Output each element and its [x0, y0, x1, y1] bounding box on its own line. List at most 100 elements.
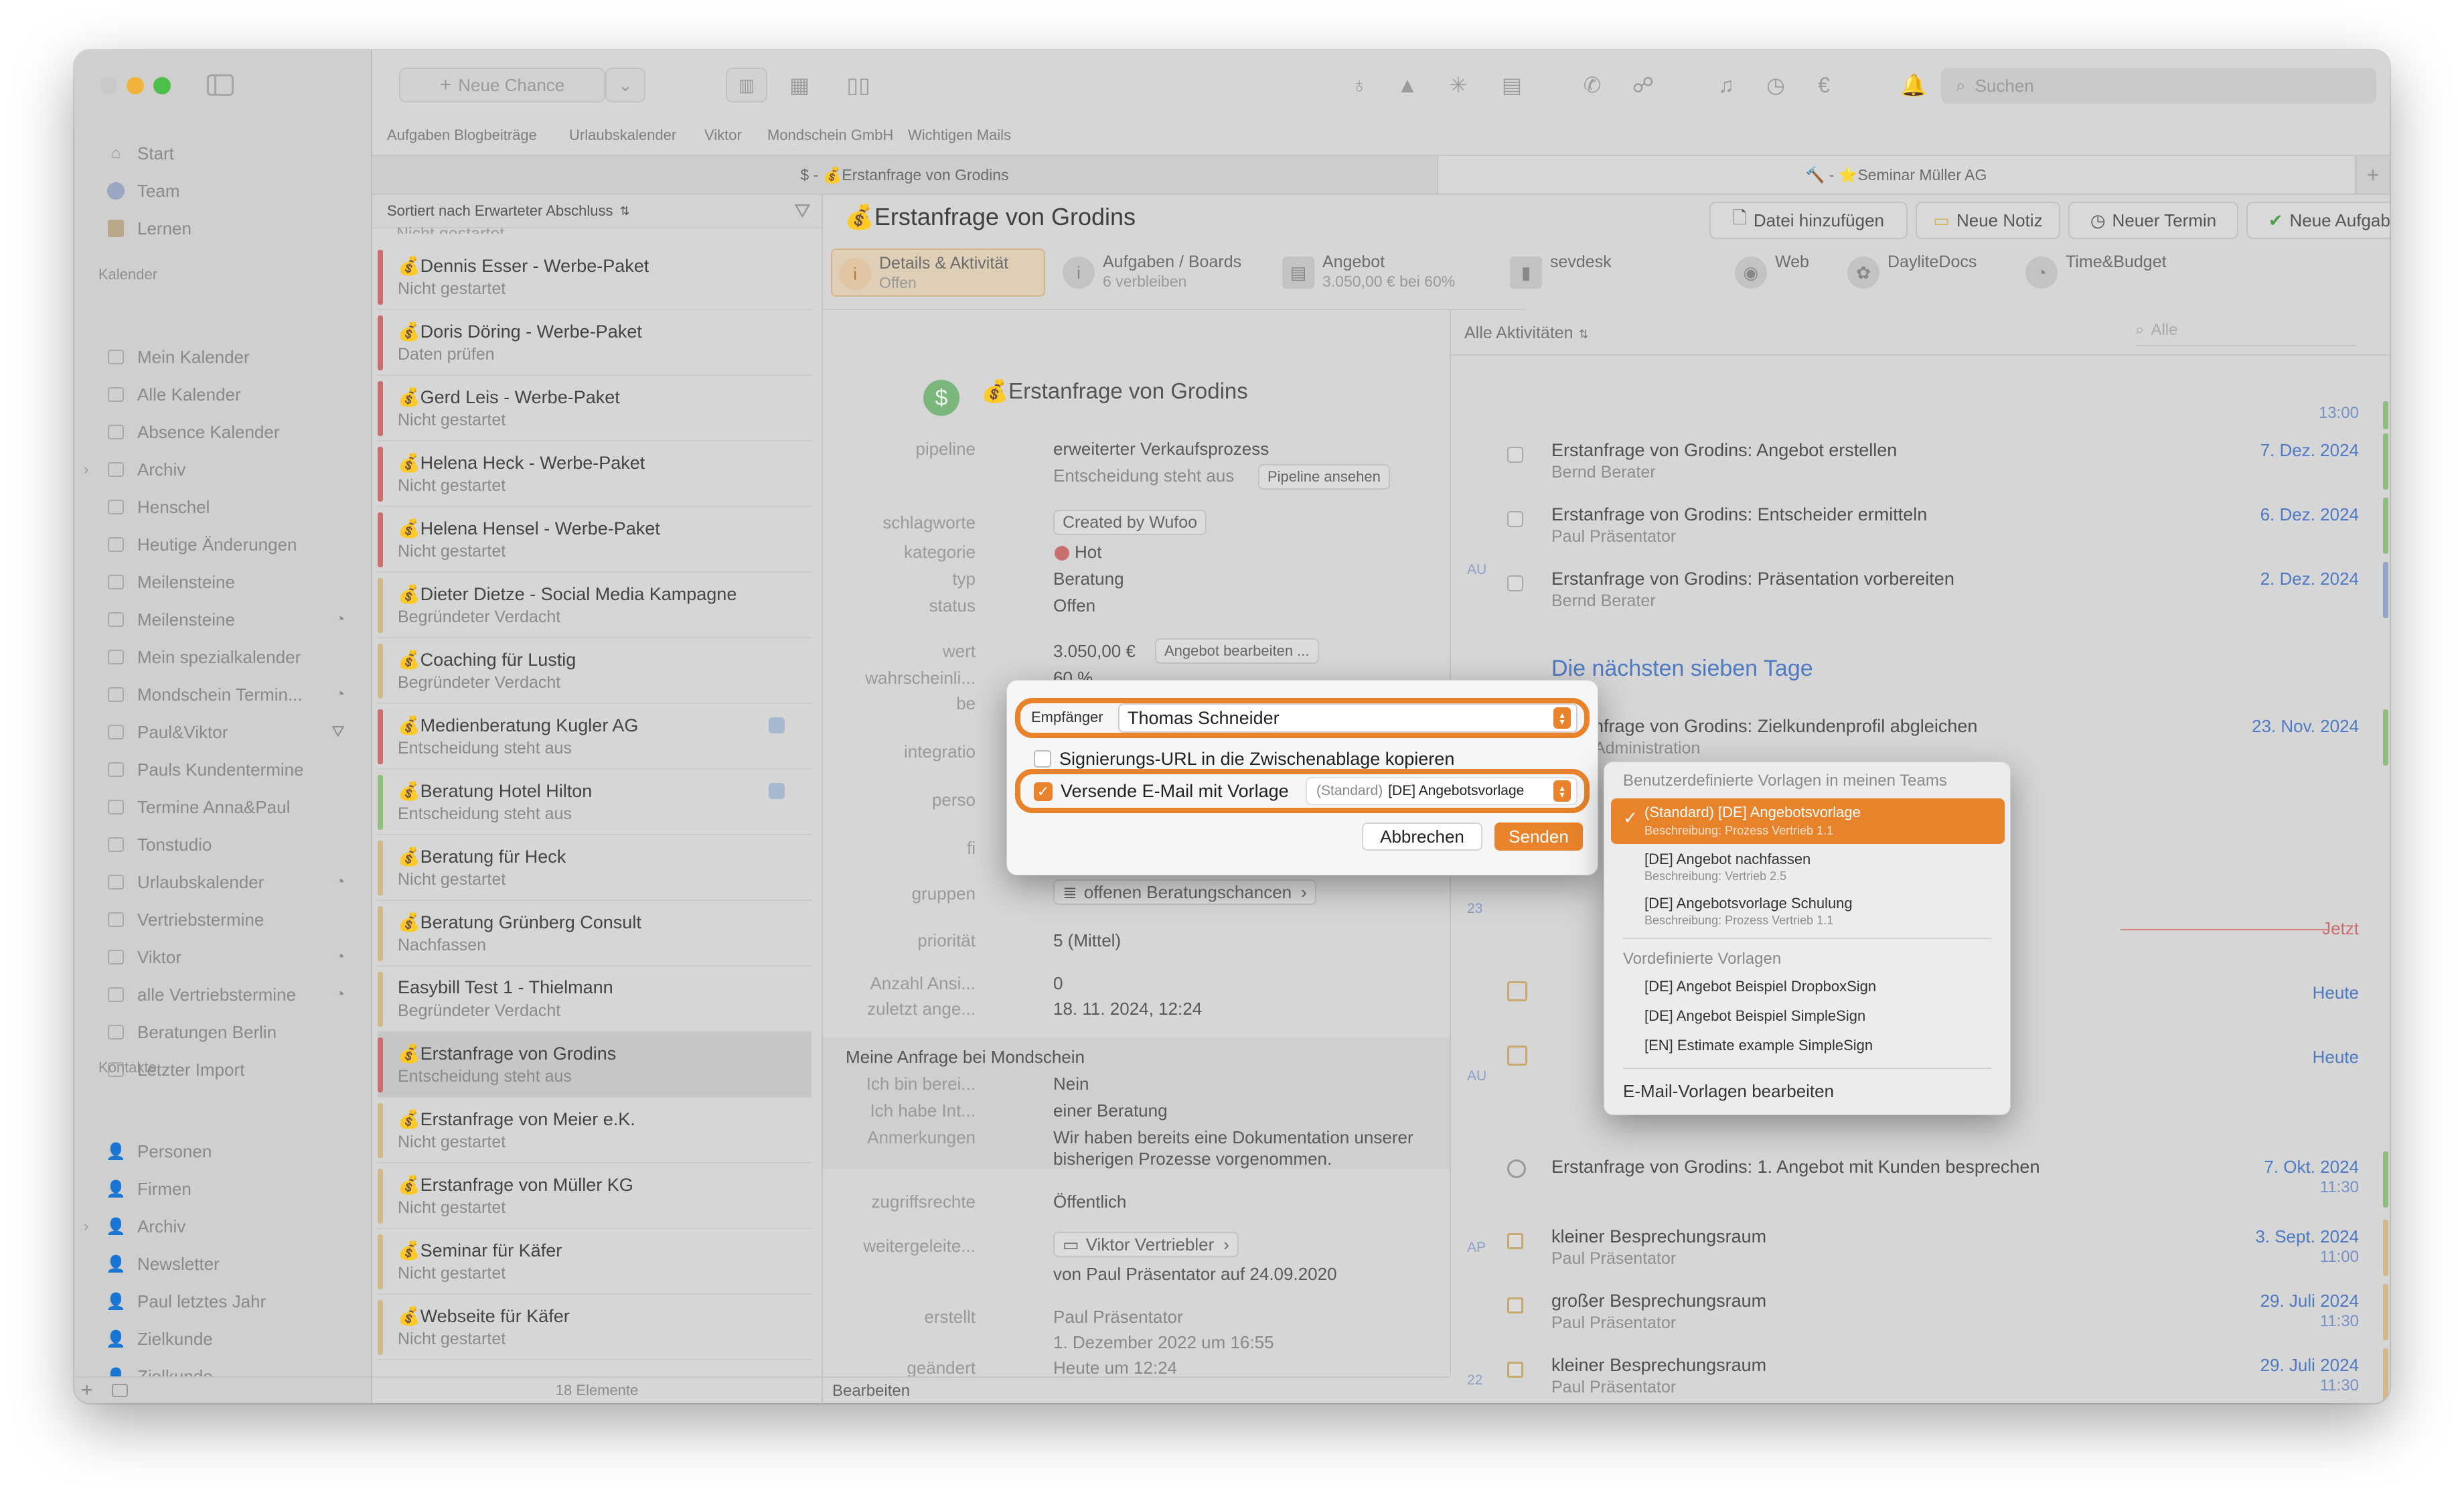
deal-list-item[interactable]: 💰Doris Döring - Werbe-Paket Daten prüfen: [378, 310, 812, 376]
deal-list-item[interactable]: 💰Webseite für Käfer Nicht gestartet: [378, 1295, 812, 1360]
sidebar-item-calendar[interactable]: Henschel: [106, 491, 368, 523]
sidebar-item-contact[interactable]: 👤 Newsletter: [106, 1248, 368, 1280]
menu-item[interactable]: [DE] Angebot nachfassen Beschreibung: Ve…: [1611, 844, 2005, 887]
sidebar-item-calendar[interactable]: › Archiv: [84, 453, 368, 486]
send-button[interactable]: Senden: [1494, 822, 1583, 851]
zoom-window-button[interactable]: [153, 77, 171, 94]
music-icon[interactable]: ♫: [1711, 70, 1741, 100]
favorite-link[interactable]: Urlaubskalender: [569, 127, 676, 144]
deal-list-item[interactable]: 💰Erstanfrage von Müller KG Nicht gestarte…: [378, 1163, 812, 1229]
minimize-window-button[interactable]: [127, 77, 144, 94]
sidebar-item-calendar[interactable]: Paul&Viktor ⛛: [106, 716, 368, 748]
euro-icon[interactable]: €: [1809, 70, 1839, 100]
graduation-cap-icon[interactable]: ▲: [1393, 70, 1422, 100]
menu-item[interactable]: [DE] Angebot Beispiel SimpleSign: [1644, 1007, 1865, 1025]
new-note-button[interactable]: ▭ Neue Notiz: [1916, 202, 2060, 239]
sidebar-item-calendar[interactable]: Meilensteine: [106, 566, 368, 598]
menu-item-selected[interactable]: ✓ (Standard) [DE] Angebotsvorlage Beschr…: [1611, 798, 2005, 844]
sidebar-item-contact[interactable]: 👤 Personen: [106, 1135, 368, 1167]
task-checkbox[interactable]: [1507, 575, 1523, 591]
deal-list-item[interactable]: 💰Seminar für Käfer Nicht gestartet: [378, 1229, 812, 1295]
keyword-tag[interactable]: Created by Wufoo: [1053, 510, 1207, 535]
sidebar-item-calendar[interactable]: Mein Kalender: [106, 341, 368, 373]
disclosure-arrow-icon[interactable]: ›: [84, 461, 88, 478]
new-chance-dropdown[interactable]: ⌄: [605, 68, 645, 102]
sparkle-icon[interactable]: ✳: [1444, 70, 1473, 100]
sidebar-item-contact[interactable]: 👤 Paul letztes Jahr: [106, 1285, 368, 1317]
activity-row[interactable]: Erstanfrage von Grodins: Präsentation vo…: [1451, 558, 2390, 622]
deal-list-item[interactable]: 💰Beratung für Heck Nicht gestartet: [378, 835, 812, 901]
deal-list-item[interactable]: 💰Beratung Hotel Hilton Entscheidung steht…: [378, 770, 812, 835]
sidebar-item-start[interactable]: ⌂ Start: [106, 137, 368, 169]
calendar-small-icon[interactable]: [112, 1384, 128, 1397]
add-file-button[interactable]: 🗋 Datei hinzufügen: [1709, 202, 1908, 239]
clock-icon[interactable]: ◷: [1761, 70, 1790, 100]
subtab-sevdesk[interactable]: ▮ sevdesk: [1503, 248, 1630, 297]
deal-list-item[interactable]: 💰Dennis Esser - Werbe-Paket Nicht gestart…: [378, 244, 812, 310]
sidebar-item-lernen[interactable]: Lernen: [106, 212, 368, 244]
sidebar-item-contact[interactable]: › 👤 Archiv: [84, 1210, 368, 1242]
add-tab-button[interactable]: +: [2356, 156, 2389, 194]
filter-icon[interactable]: ⛛: [794, 200, 811, 223]
close-window-button[interactable]: [100, 77, 117, 94]
activity-row[interactable]: großer Besprechungsraum Paul Präsentator 2…: [1451, 1280, 2390, 1344]
view-columns-button[interactable]: ▥: [726, 68, 767, 102]
template-select[interactable]: (Standard) [DE] Angebotsvorlage ▴ ▾: [1306, 777, 1577, 805]
activity-row[interactable]: Erstanfrage von Grodins: Angebot erstell…: [1451, 429, 2390, 494]
layout-icon[interactable]: ▤: [1497, 70, 1527, 100]
deal-list-item[interactable]: 💰Dieter Dietze - Social Media Kampagne Be…: [378, 573, 812, 638]
subtab-timebudget[interactable]: ◔ Time&Budget: [2019, 248, 2193, 297]
bell-orange-icon[interactable]: 🔔: [1899, 70, 1928, 100]
activity-search[interactable]: ⌕ Alle: [2135, 321, 2356, 346]
sidebar-item-calendar[interactable]: Vertriebstermine: [106, 904, 368, 936]
handshake-icon[interactable]: ☍: [1628, 70, 1658, 100]
sidebar-item-calendar[interactable]: Meilensteine ◔: [106, 603, 368, 636]
favorite-link[interactable]: Wichtigen Mails: [908, 127, 1011, 144]
sidebar-item-contact[interactable]: 👤Zielkunde: [106, 1323, 368, 1355]
favorite-link[interactable]: Aufgaben Blogbeiträge: [387, 127, 537, 144]
deal-list-item[interactable]: 💰Erstanfrage von Meier e.K. Nicht gestart…: [378, 1098, 812, 1163]
deal-list-item[interactable]: Easybill Test 1 - Thielmann Begründeter V…: [378, 967, 812, 1032]
pipeline-view-button[interactable]: Pipeline ansehen: [1258, 464, 1390, 490]
menu-item[interactable]: [DE] Angebotsvorlage Schulung Beschreibu…: [1611, 888, 2005, 931]
table-view-icon[interactable]: ▦: [785, 70, 814, 100]
edit-offer-button[interactable]: Angebot bearbeiten ...: [1155, 638, 1319, 664]
deal-list-item[interactable]: 💰Helena Hensel - Werbe-Paket Nicht gestar…: [378, 507, 812, 573]
sidebar-item-calendar[interactable]: Heutige Änderungen: [106, 528, 368, 561]
search-input[interactable]: ⌕ Suchen: [1941, 68, 2376, 104]
sidebar-item-calendar[interactable]: Alle Kalender: [106, 378, 368, 411]
chart-view-icon[interactable]: ▯▯: [844, 70, 873, 100]
sidebar-item-team[interactable]: Team: [106, 175, 368, 207]
cancel-button[interactable]: Abbrechen: [1362, 822, 1482, 851]
recipient-select[interactable]: Thomas Schneider ▴ ▾: [1118, 703, 1577, 733]
subtab-offer[interactable]: ▤ Angebot 3.050,00 € bei 60%: [1276, 248, 1490, 297]
sidebar-item-calendar[interactable]: Urlaubskalender ◔: [106, 866, 368, 898]
deal-list-item[interactable]: 💰Gerd Leis - Werbe-Paket Nicht gestartet: [378, 376, 812, 441]
disclosure-arrow-icon[interactable]: ›: [84, 1218, 88, 1235]
tab-grodins[interactable]: $ - 💰Erstanfrage von Grodins: [372, 156, 1437, 194]
menu-item[interactable]: [EN] Estimate example SimpleSign: [1644, 1037, 1873, 1054]
add-icon[interactable]: +: [81, 1379, 93, 1402]
sidebar-item-contact[interactable]: 👤 Firmen: [106, 1173, 368, 1205]
pipeline-icon[interactable]: ♁: [1344, 70, 1374, 100]
group-tag[interactable]: ≣ offenen Beratungschancen ›: [1053, 879, 1316, 905]
edit-templates-item[interactable]: E-Mail-Vorlagen bearbeiten: [1623, 1081, 1834, 1102]
activity-row[interactable]: Erstanfrage von Grodins: Entscheider erm…: [1451, 494, 2390, 558]
deal-list-item[interactable]: 💰Coaching für Lustig Begründeter Verdacht: [378, 638, 812, 704]
new-chance-button[interactable]: + Neue Chance: [399, 68, 605, 102]
subtab-web[interactable]: ◉ Web: [1728, 248, 1829, 297]
sidebar-item-calendar[interactable]: Mein spezialkalender: [106, 641, 368, 673]
activity-row[interactable]: kleiner Besprechungsraum Paul Präsentator…: [1451, 1344, 2390, 1403]
subtab-tasks[interactable]: i Aufgaben / Boards 6 verbleiben: [1056, 248, 1263, 297]
menu-item[interactable]: [DE] Angebot Beispiel DropboxSign: [1644, 978, 1876, 995]
activity-filter[interactable]: Alle Aktivitäten ⇅: [1464, 324, 1589, 343]
tab-seminar[interactable]: 🔨 - ⭐Seminar Müller AG: [1437, 156, 2354, 194]
sidebar-toggle-icon[interactable]: [207, 74, 234, 96]
activity-row[interactable]: kleiner Besprechungsraum Paul Präsentator…: [1451, 1216, 2390, 1280]
phone-icon[interactable]: ✆: [1577, 70, 1607, 100]
sidebar-item-calendar[interactable]: Pauls Kundentermine: [106, 754, 368, 786]
new-task-button[interactable]: ✔ Neue Aufgabe: [2246, 202, 2390, 239]
task-checkbox[interactable]: [1507, 511, 1523, 527]
deal-list-item[interactable]: 💰Erstanfrage von Grodins Entscheidung ste…: [378, 1032, 812, 1098]
sidebar-item-calendar[interactable]: alle Vertriebstermine ◔: [106, 979, 368, 1011]
